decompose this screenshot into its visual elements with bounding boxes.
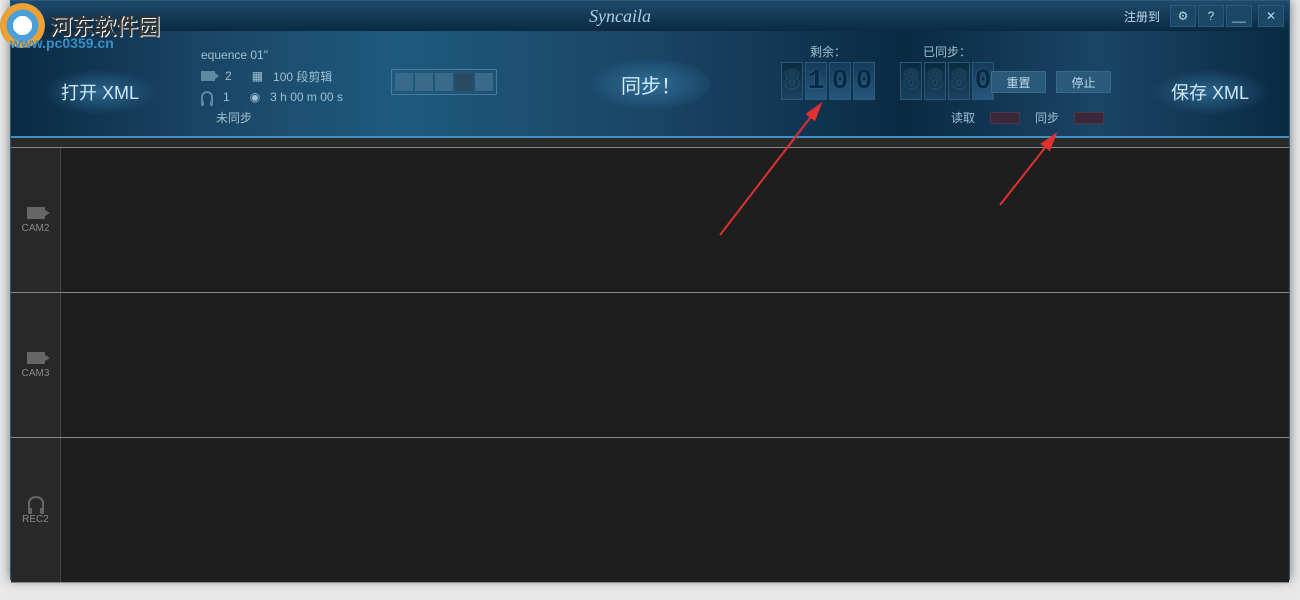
track-row[interactable]: CAM3	[11, 293, 1289, 438]
open-xml-button[interactable]: 打开 XML	[41, 69, 159, 115]
track-name: CAM2	[22, 223, 50, 234]
minimize-button[interactable]: __	[1226, 5, 1252, 27]
gear-icon: ⚙	[1178, 9, 1189, 23]
track-row[interactable]: CAM2	[11, 148, 1289, 293]
track-name: CAM3	[22, 368, 50, 379]
status-indicators: 读取 同步	[951, 109, 1104, 126]
track-content[interactable]	[61, 293, 1289, 437]
remaining-counter: 8100	[781, 62, 875, 100]
minimize-icon: __	[1232, 9, 1245, 23]
sync-status-bar	[1074, 112, 1104, 124]
timeline-ruler[interactable]	[11, 138, 1289, 148]
video-count: 2	[225, 69, 232, 83]
settings-button[interactable]: ⚙	[1170, 5, 1196, 27]
camera-icon	[27, 207, 45, 219]
register-label[interactable]: 注册到	[1124, 8, 1160, 25]
track-label-rec2[interactable]: REC2	[11, 438, 61, 582]
track-content[interactable]	[61, 438, 1289, 582]
read-status-label: 读取	[951, 109, 975, 126]
track-row[interactable]: REC2	[11, 438, 1289, 583]
app-window: Syncaila 注册到 ⚙ ? __ ✕ 打开 XML equence 01"…	[10, 0, 1290, 580]
track-name: REC2	[22, 514, 49, 525]
titlebar[interactable]: Syncaila 注册到 ⚙ ? __ ✕	[11, 1, 1289, 31]
headphone-icon	[201, 91, 213, 103]
question-icon: ?	[1208, 9, 1215, 23]
sequence-info: equence 01" 2 ▦ 100 段剪辑 1 ◉ 3 h 00 m 00 …	[201, 46, 343, 109]
sync-status-label: 未同步	[216, 109, 252, 126]
reset-button[interactable]: 重置	[991, 71, 1046, 93]
app-title: Syncaila	[116, 6, 1124, 27]
sync-status-label: 同步	[1035, 109, 1059, 126]
toolbar: 打开 XML equence 01" 2 ▦ 100 段剪辑 1 ◉ 3 h 0…	[11, 31, 1289, 136]
color-swatch[interactable]	[415, 73, 433, 91]
sequence-name: equence 01"	[201, 48, 268, 62]
synced-label: 已同步：	[900, 43, 994, 60]
track-label-cam3[interactable]: CAM3	[11, 293, 61, 437]
stop-button[interactable]: 停止	[1056, 71, 1111, 93]
audio-count: 1	[223, 90, 230, 104]
close-button[interactable]: ✕	[1258, 5, 1284, 27]
duration: 3 h 00 m 00 s	[270, 90, 343, 104]
synced-counter: 8880	[900, 62, 994, 100]
read-status-bar	[990, 112, 1020, 124]
camera-icon	[201, 71, 215, 81]
camera-icon	[27, 352, 45, 364]
sync-button[interactable]: 同步！	[591, 59, 711, 109]
save-xml-button[interactable]: 保存 XML	[1151, 69, 1269, 115]
track-content[interactable]	[61, 148, 1289, 292]
color-palette[interactable]	[391, 69, 497, 95]
color-swatch[interactable]	[435, 73, 453, 91]
color-swatch[interactable]	[395, 73, 413, 91]
headphone-icon	[28, 496, 44, 510]
action-buttons: 重置 停止	[991, 71, 1111, 93]
close-icon: ✕	[1266, 9, 1276, 23]
timeline-area[interactable]: CAM2 CAM3 REC2	[11, 136, 1289, 579]
counter-section: 剩余： 8100 已同步： 8880	[781, 43, 994, 100]
help-button[interactable]: ?	[1198, 5, 1224, 27]
color-swatch[interactable]	[475, 73, 493, 91]
color-swatch[interactable]	[455, 73, 473, 91]
clips-count: 100 段剪辑	[273, 68, 332, 85]
remaining-label: 剩余：	[781, 43, 875, 60]
track-label-cam2[interactable]: CAM2	[11, 148, 61, 292]
